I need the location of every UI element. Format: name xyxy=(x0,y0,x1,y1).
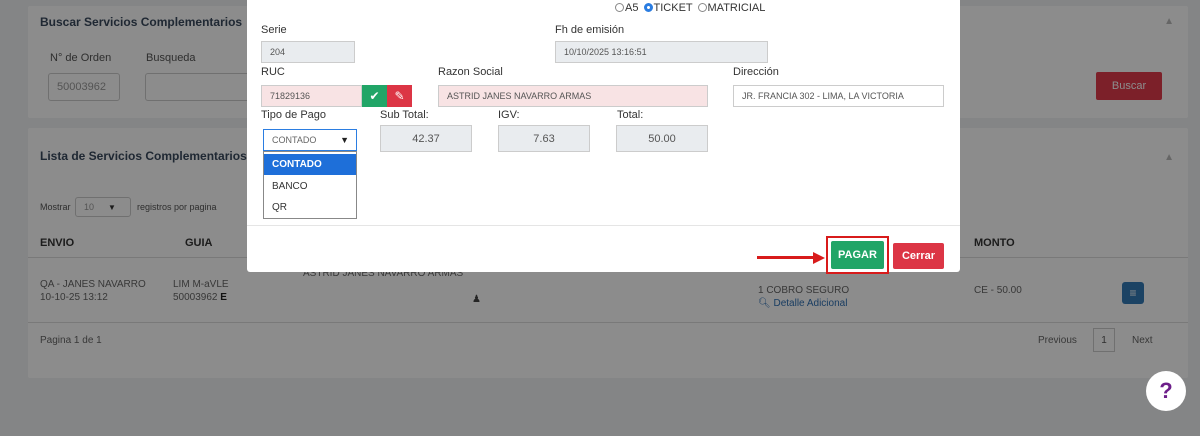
format-radio-group: A5 TICKET MATRICIAL xyxy=(613,2,765,14)
modal-footer-divider xyxy=(247,225,960,226)
dropdown-option-qr[interactable]: QR xyxy=(264,197,356,218)
annotation-arrow xyxy=(757,252,827,264)
radio-ticket-label: TICKET xyxy=(653,2,693,14)
help-button[interactable]: ? xyxy=(1146,371,1186,411)
radio-matricial-label: MATRICIAL xyxy=(707,2,766,14)
ruc-field[interactable]: 71829136 xyxy=(261,85,362,107)
help-icon: ? xyxy=(1159,378,1173,403)
ruc-label: RUC xyxy=(261,66,285,78)
radio-a5-label: A5 xyxy=(625,2,639,14)
pagar-button[interactable]: PAGAR xyxy=(831,241,884,269)
total-field: 50.00 xyxy=(616,125,708,152)
igv-field: 7.63 xyxy=(498,125,590,152)
tipo-pago-value: CONTADO xyxy=(272,135,317,145)
check-icon: ✔ xyxy=(369,89,380,103)
sub-total-field: 42.37 xyxy=(380,125,472,152)
direccion-label: Dirección xyxy=(733,66,779,78)
razon-social-field[interactable]: ASTRID JANES NAVARRO ARMAS xyxy=(438,85,708,107)
chevron-down-icon: ▼ xyxy=(340,135,349,145)
razon-social-label: Razon Social xyxy=(438,66,503,78)
dropdown-option-contado[interactable]: CONTADO xyxy=(264,154,356,175)
radio-matricial[interactable] xyxy=(697,3,707,12)
serie-label: Serie xyxy=(261,24,287,36)
igv-label: IGV: xyxy=(498,109,520,121)
confirm-ruc-button[interactable]: ✔ xyxy=(362,85,387,107)
fecha-field: 10/10/2025 13:16:51 xyxy=(555,41,768,63)
direccion-field[interactable]: JR. FRANCIA 302 - LIMA, LA VICTORIA xyxy=(733,85,944,107)
tipo-pago-label: Tipo de Pago xyxy=(261,109,327,121)
radio-a5[interactable] xyxy=(615,3,624,12)
radio-ticket[interactable] xyxy=(643,3,653,12)
total-label: Total: xyxy=(617,109,644,121)
payment-modal: A5 TICKET MATRICIAL Serie 204 Fh de emis… xyxy=(247,0,960,274)
sub-total-label: Sub Total: xyxy=(380,109,429,121)
annotation-arrow-head xyxy=(813,252,825,264)
edit-ruc-button[interactable]: ✎ xyxy=(387,85,412,107)
pencil-icon: ✎ xyxy=(394,89,405,103)
annotation-arrow-shaft xyxy=(757,256,815,259)
tipo-pago-dropdown: CONTADO BANCO QR xyxy=(263,151,357,219)
dropdown-option-banco[interactable]: BANCO xyxy=(264,176,356,197)
tipo-pago-select[interactable]: CONTADO ▼ xyxy=(263,129,357,151)
fecha-label: Fh de emisión xyxy=(555,24,625,36)
cerrar-button[interactable]: Cerrar xyxy=(893,243,944,269)
serie-field: 204 xyxy=(261,41,355,63)
